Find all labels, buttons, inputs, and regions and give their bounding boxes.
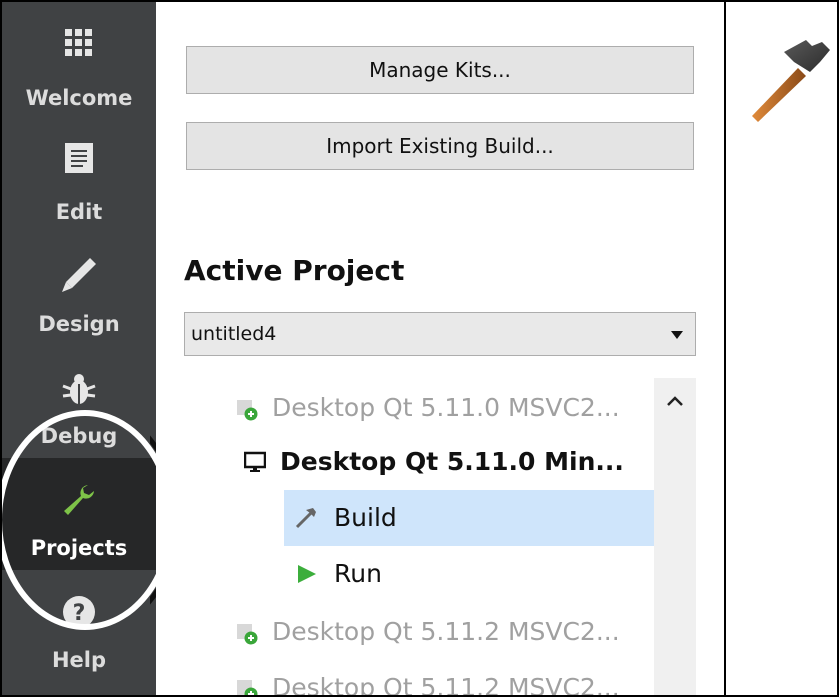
kit-label: Desktop Qt 5.11.2 MSVC2... (272, 673, 620, 697)
projects-sidebar: Manage Kits... Import Existing Build... … (156, 2, 726, 697)
chevron-down-icon (671, 331, 683, 339)
mode-debug[interactable]: Debug (2, 346, 156, 458)
chevron-up-icon[interactable] (666, 392, 684, 411)
kit-item[interactable]: Desktop Qt 5.11.2 MSVC2... (236, 660, 656, 697)
build-settings-pane (726, 2, 837, 695)
mode-label: Projects (30, 536, 128, 560)
add-kit-icon (236, 398, 258, 427)
kit-label: Desktop Qt 5.11.0 Min... (280, 447, 624, 476)
tree-item-label: Run (334, 559, 382, 588)
monitor-icon (243, 450, 267, 479)
mode-label: Welcome (25, 86, 133, 110)
active-project-select[interactable]: untitled4 (184, 312, 696, 356)
mode-label: Debug (40, 424, 118, 448)
mode-help[interactable]: ? Help (2, 570, 156, 695)
tree-item-label: Build (334, 503, 397, 532)
mode-welcome[interactable]: Welcome (2, 2, 156, 114)
mode-projects[interactable]: Projects (2, 458, 156, 570)
play-icon (296, 562, 318, 591)
svg-text:?: ? (73, 601, 86, 626)
tree-item-run[interactable]: Run (284, 546, 654, 602)
mode-design[interactable]: Design (2, 226, 156, 338)
mode-bar: Welcome Edit Design Debug Projects ? Hel… (2, 2, 156, 695)
kit-item-current[interactable]: Desktop Qt 5.11.0 Min... (236, 434, 656, 490)
help-icon: ? (61, 594, 97, 634)
hammer-icon (750, 38, 834, 132)
kit-tree: Desktop Qt 5.11.0 MSVC2... Desktop Qt 5.… (156, 376, 724, 697)
wrench-icon (61, 482, 97, 522)
add-kit-icon (236, 622, 258, 651)
kit-label: Desktop Qt 5.11.0 MSVC2... (272, 393, 620, 422)
kit-item[interactable]: Desktop Qt 5.11.2 MSVC2... (236, 604, 656, 660)
import-existing-build-button[interactable]: Import Existing Build... (186, 122, 694, 170)
tree-scrollbar[interactable] (654, 378, 696, 695)
mode-label: Design (38, 312, 120, 336)
pencil-icon (60, 256, 98, 298)
kit-label: Desktop Qt 5.11.2 MSVC2... (272, 617, 620, 646)
active-project-value: untitled4 (191, 323, 277, 345)
document-icon (64, 142, 94, 178)
mode-label: Edit (55, 200, 103, 224)
tree-item-build[interactable]: Build (284, 490, 654, 546)
active-project-heading: Active Project (184, 254, 405, 287)
hammer-icon (294, 506, 318, 536)
manage-kits-button[interactable]: Manage Kits... (186, 46, 694, 94)
grid-icon (64, 28, 94, 62)
kit-item[interactable]: Desktop Qt 5.11.0 MSVC2... (236, 380, 656, 436)
mode-label: Help (51, 648, 107, 672)
mode-edit[interactable]: Edit (2, 114, 156, 226)
qt-creator-window: Welcome Edit Design Debug Projects ? Hel… (0, 0, 839, 697)
bug-icon (61, 372, 97, 412)
add-kit-icon (236, 678, 258, 695)
